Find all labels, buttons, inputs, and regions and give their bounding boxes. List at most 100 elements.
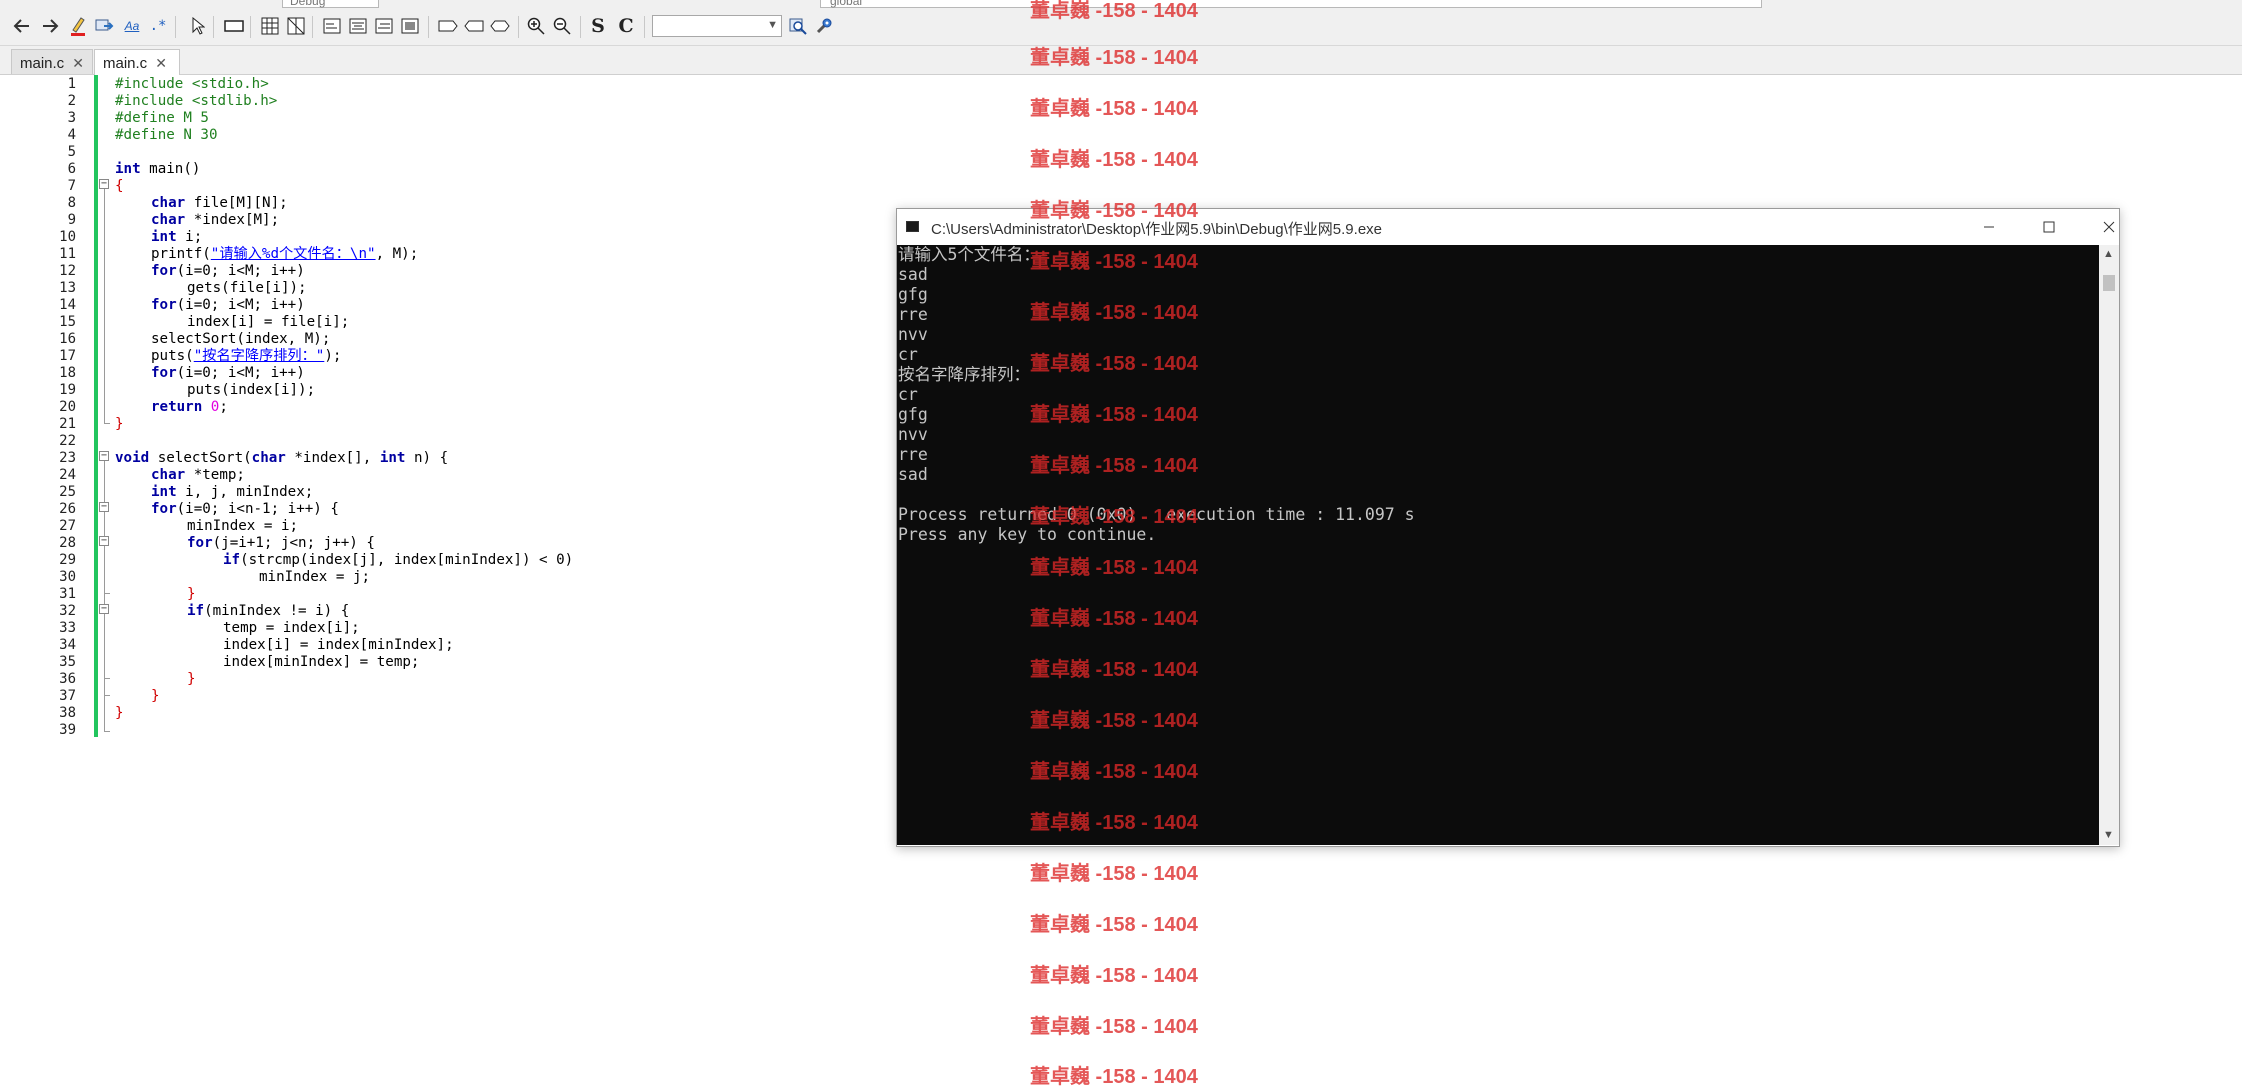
scroll-up-icon[interactable]: ▲ <box>2103 248 2114 260</box>
line-number: 16 <box>59 331 76 347</box>
toolbar-separator <box>175 16 176 38</box>
align-center-icon[interactable] <box>346 14 370 38</box>
code-text: puts(index[i]); <box>187 382 316 398</box>
align-left-icon[interactable] <box>320 14 344 38</box>
scroll-down-icon[interactable]: ▼ <box>2103 829 2114 841</box>
string-literal: "请输入%d个文件名：\n" <box>210 246 376 262</box>
console-line: rre <box>898 445 928 464</box>
fold-line <box>104 189 105 423</box>
close-button[interactable] <box>2091 215 2127 239</box>
keyword: int <box>151 484 177 500</box>
chevron-down-icon[interactable]: ▼ <box>767 19 778 31</box>
console-title-bar[interactable]: C:\Users\Administrator\Desktop\作业网5.9\bi… <box>897 209 2119 245</box>
minimize-icon <box>1984 226 1994 228</box>
code-text: index[i] = file[i]; <box>187 314 350 330</box>
strike-c-button[interactable]: C <box>614 14 638 38</box>
code-line: minIndex = i; <box>187 518 298 535</box>
box-left-icon[interactable] <box>462 14 486 38</box>
replace-icon[interactable] <box>92 14 116 38</box>
match-case-icon[interactable]: Aa <box>120 14 144 38</box>
search-combo[interactable]: ▼ <box>652 15 782 37</box>
code-line: for(i=0; i<M; i++) <box>151 365 305 382</box>
code-text: selectSort(index, M); <box>151 331 331 347</box>
code-text: (i=0; i<M; i++) <box>176 297 305 313</box>
keyword: char <box>251 450 286 466</box>
scroll-thumb[interactable] <box>2103 275 2115 291</box>
preprocessor: #define N 30 <box>115 127 218 143</box>
tab-main-c-2[interactable]: main.c ✕ <box>94 49 180 75</box>
line-number: 2 <box>67 93 76 109</box>
line-number: 26 <box>59 501 76 517</box>
line-number: 11 <box>59 246 76 262</box>
file-tab-bar: main.c ✕ main.c ✕ <box>0 46 2242 75</box>
maximize-button[interactable] <box>2031 215 2067 239</box>
line-number: 30 <box>59 569 76 585</box>
scope-combo[interactable] <box>820 0 1762 8</box>
code-line: #include <stdio.h> <box>115 76 269 93</box>
align-justify-icon[interactable] <box>398 14 422 38</box>
console-line: sad <box>898 465 928 484</box>
code-line: char *temp; <box>151 467 245 484</box>
align-right-icon[interactable] <box>372 14 396 38</box>
code-line: } <box>115 705 124 722</box>
keyword: int <box>379 450 406 466</box>
search-icon[interactable] <box>786 14 810 38</box>
zoom-out-icon[interactable] <box>550 14 574 38</box>
code-text: minIndex = i; <box>187 518 299 534</box>
fold-toggle[interactable]: − <box>99 451 109 461</box>
code-text: i; <box>176 229 203 245</box>
toolbar-separator <box>428 16 429 38</box>
console-scrollbar[interactable]: ▲ ▼ <box>2099 245 2119 845</box>
rectangle-icon[interactable] <box>222 14 246 38</box>
box-icon[interactable] <box>436 14 460 38</box>
fold-toggle[interactable]: − <box>99 502 109 512</box>
console-window[interactable]: C:\Users\Administrator\Desktop\作业网5.9\bi… <box>896 208 2120 847</box>
line-number: 3 <box>67 110 76 126</box>
console-line: sad <box>898 265 928 284</box>
tab-main-c-1[interactable]: main.c ✕ <box>11 49 93 74</box>
line-number: 20 <box>59 399 76 415</box>
console-line: gfg <box>898 285 928 304</box>
code-line: for(i=0; i<M; i++) <box>151 263 305 280</box>
regex-icon[interactable]: .* <box>146 14 170 38</box>
keyword: char <box>151 195 186 211</box>
code-text: , M); <box>375 246 419 262</box>
keyword: return <box>151 399 203 415</box>
preprocessor: #define M 5 <box>115 110 209 126</box>
console-line: Press any key to continue. <box>898 525 1157 544</box>
keyword: int <box>151 229 177 245</box>
code-line: puts("按名字降序排列："); <box>151 348 341 365</box>
fold-toggle[interactable]: − <box>99 179 109 189</box>
box-right-icon[interactable] <box>488 14 512 38</box>
pointer-icon[interactable] <box>186 14 210 38</box>
arrow-right-icon[interactable] <box>38 14 62 38</box>
table-icon[interactable] <box>258 14 282 38</box>
preprocessor: #include <stdio.h> <box>115 76 269 92</box>
highlight-icon[interactable] <box>66 14 90 38</box>
arrow-left-icon[interactable] <box>10 14 34 38</box>
wrench-icon[interactable] <box>812 14 836 38</box>
toolbar-separator <box>250 16 251 38</box>
grid-icon[interactable] <box>284 14 308 38</box>
close-icon[interactable]: ✕ <box>155 55 167 71</box>
line-number: 34 <box>59 637 76 653</box>
fold-toggle[interactable]: − <box>99 604 109 614</box>
code-line: char *index[M]; <box>151 212 279 229</box>
line-number: 4 <box>67 127 76 143</box>
keyword: void <box>115 450 150 466</box>
strike-s-button[interactable]: S <box>586 14 610 38</box>
fold-toggle[interactable]: − <box>99 536 109 546</box>
code-line: { <box>115 178 124 195</box>
console-output[interactable]: 请输入5个文件名： sad gfg rre nvv cr 按名字降序排列： cr… <box>897 245 2099 845</box>
zoom-in-icon[interactable] <box>524 14 548 38</box>
toolbar-separator <box>518 16 519 38</box>
brace: } <box>115 705 124 721</box>
code-text: (i=0; i<n-1; i++) { <box>176 501 339 517</box>
line-number: 19 <box>59 382 76 398</box>
minimize-button[interactable] <box>1971 215 2007 239</box>
editor-toolbar: Aa .* S C ▼ <box>0 9 2242 46</box>
toolbar-separator <box>644 16 645 38</box>
code-line: gets(file[i]); <box>187 280 307 297</box>
code-line: } <box>187 586 196 603</box>
close-icon[interactable]: ✕ <box>72 55 84 71</box>
